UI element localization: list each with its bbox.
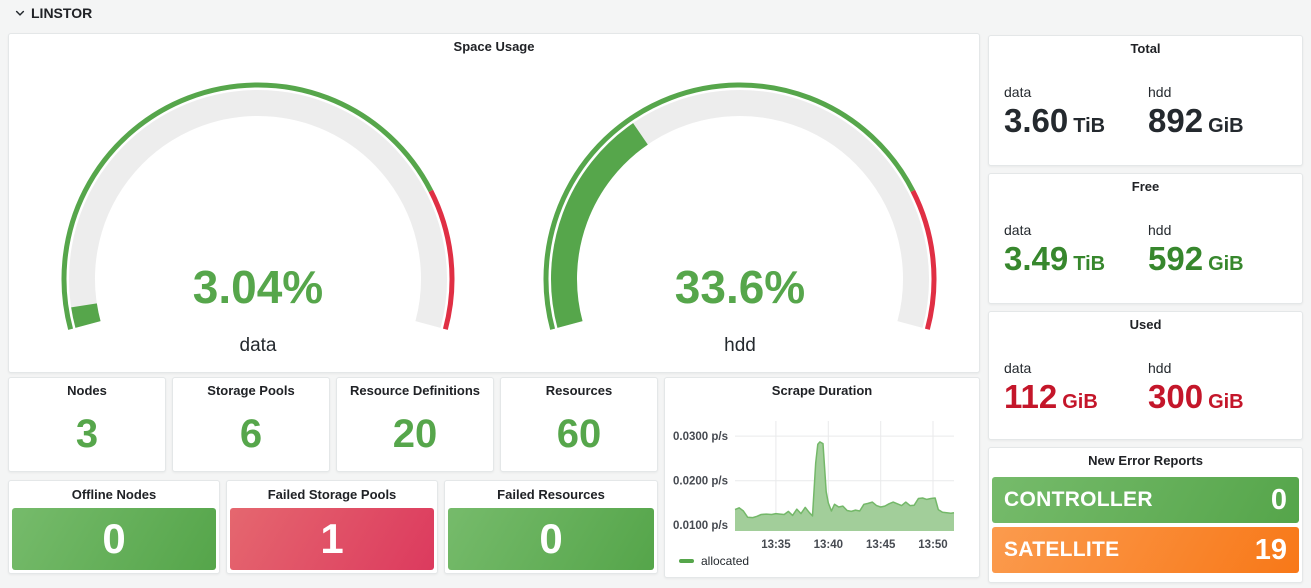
panel-title-failed-storage-pools[interactable]: Failed Storage Pools: [227, 481, 437, 508]
panel-storage-pools: Storage Pools 6: [172, 377, 330, 472]
stat-value: 3: [9, 414, 165, 454]
panel-used: Used data 112GiB hdd 300GiB: [988, 311, 1303, 440]
summary-label: hdd: [1148, 84, 1292, 100]
error-row-value: 0: [1271, 484, 1287, 517]
summary-value: 300GiB: [1148, 378, 1292, 416]
error-row-label: SATELLITE: [1004, 538, 1119, 562]
status-value-block: 1: [230, 508, 434, 570]
panel-failed-storage-pools: Failed Storage Pools 1: [226, 480, 438, 574]
summary-col-hdd: hdd 592GiB: [1148, 222, 1292, 278]
gauge-label: data: [48, 335, 468, 357]
svg-text:0.0300 p/s: 0.0300 p/s: [673, 431, 728, 443]
summary-unit: GiB: [1208, 115, 1244, 137]
summary-label: hdd: [1148, 360, 1292, 376]
svg-text:0.0100 p/s: 0.0100 p/s: [673, 520, 728, 532]
svg-text:13:40: 13:40: [814, 539, 843, 551]
summary-unit: GiB: [1208, 253, 1244, 275]
gauge-label: hdd: [530, 335, 950, 357]
gauge-value: 3.04%: [48, 263, 468, 311]
summary-value: 112GiB: [1004, 378, 1148, 416]
chart-canvas[interactable]: 0.0100 p/s 0.0200 p/s 0.0300 p/s 13:35 13:40…: [665, 378, 981, 579]
status-value: 0: [539, 515, 562, 563]
panel-scrape-duration: Scrape Duration 0.0100 p/s0.0200 p/s0.03…: [664, 377, 980, 578]
summary-unit: GiB: [1062, 391, 1098, 413]
summary-label: data: [1004, 84, 1148, 100]
legend-marker-icon: [679, 559, 694, 563]
panel-title-storage-pools[interactable]: Storage Pools: [173, 378, 329, 404]
error-row-satellite: SATELLITE 19: [992, 527, 1299, 573]
panel-title-space-usage[interactable]: Space Usage: [9, 34, 979, 60]
panel-title-new-error-reports[interactable]: New Error Reports: [989, 448, 1302, 474]
status-value-block: 0: [12, 508, 216, 570]
gauge-hdd: 33.6% hdd: [530, 77, 950, 359]
error-row-label: CONTROLLER: [1004, 488, 1153, 512]
panel-title-nodes[interactable]: Nodes: [9, 378, 165, 404]
svg-text:13:50: 13:50: [918, 539, 947, 551]
summary-col-data: data 3.49TiB: [1004, 222, 1148, 278]
row-header-linstor[interactable]: LINSTOR: [14, 5, 92, 21]
panel-title-free[interactable]: Free: [989, 174, 1302, 200]
legend-label: allocated: [701, 554, 749, 568]
panel-offline-nodes: Offline Nodes 0: [8, 480, 220, 574]
summary-col-data: data 112GiB: [1004, 360, 1148, 416]
panel-total: Total data 3.60TiB hdd 892GiB: [988, 35, 1303, 166]
summary-col-hdd: hdd 892GiB: [1148, 84, 1292, 140]
dashboard: { "colors": { "green": "#56A64B", "dark_…: [0, 0, 1311, 588]
summary-unit: TiB: [1073, 253, 1105, 275]
panel-title-used[interactable]: Used: [989, 312, 1302, 338]
panel-resource-definitions: Resource Definitions 20: [336, 377, 494, 472]
panel-title-failed-resources[interactable]: Failed Resources: [445, 481, 657, 508]
panel-failed-resources: Failed Resources 0: [444, 480, 658, 574]
status-value: 1: [320, 515, 343, 563]
summary-label: data: [1004, 360, 1148, 376]
legend-item-allocated[interactable]: allocated: [679, 554, 749, 568]
gauge-value: 33.6%: [530, 263, 950, 311]
panel-new-error-reports: New Error Reports CONTROLLER 0 SATELLITE…: [988, 447, 1303, 583]
summary-label: hdd: [1148, 222, 1292, 238]
row-title: LINSTOR: [31, 5, 92, 21]
error-row-controller: CONTROLLER 0: [992, 477, 1299, 523]
summary-value: 3.49TiB: [1004, 240, 1148, 278]
summary-col-data: data 3.60TiB: [1004, 84, 1148, 140]
summary-value: 592GiB: [1148, 240, 1292, 278]
status-value-block: 0: [448, 508, 654, 570]
panel-resources: Resources 60: [500, 377, 658, 472]
svg-text:0.0200 p/s: 0.0200 p/s: [673, 476, 728, 488]
summary-col-hdd: hdd 300GiB: [1148, 360, 1292, 416]
panel-title-total[interactable]: Total: [989, 36, 1302, 62]
panel-title-offline-nodes[interactable]: Offline Nodes: [9, 481, 219, 508]
panel-title-resource-definitions[interactable]: Resource Definitions: [337, 378, 493, 404]
summary-label: data: [1004, 222, 1148, 238]
summary-value: 3.60TiB: [1004, 102, 1148, 140]
stat-value: 60: [501, 414, 657, 454]
panel-space-usage: Space Usage 3.04% data 33.6% hdd: [8, 33, 980, 373]
status-value: 0: [102, 515, 125, 563]
panel-free: Free data 3.49TiB hdd 592GiB: [988, 173, 1303, 304]
summary-unit: GiB: [1208, 391, 1244, 413]
stat-value: 6: [173, 414, 329, 454]
error-row-value: 19: [1255, 534, 1287, 567]
svg-text:13:45: 13:45: [866, 539, 896, 551]
gauge-data: 3.04% data: [48, 77, 468, 359]
panel-title-resources[interactable]: Resources: [501, 378, 657, 404]
stat-value: 20: [337, 414, 493, 454]
svg-text:13:35: 13:35: [761, 539, 791, 551]
summary-unit: TiB: [1073, 115, 1105, 137]
chevron-down-icon: [14, 7, 26, 19]
panel-nodes: Nodes 3: [8, 377, 166, 472]
summary-value: 892GiB: [1148, 102, 1292, 140]
